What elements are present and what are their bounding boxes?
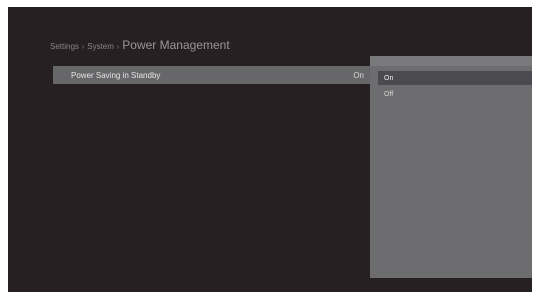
page-title: Power Management — [122, 38, 230, 52]
dropdown-header — [370, 56, 532, 66]
breadcrumb-separator-icon: › — [116, 44, 120, 51]
options-dropdown: On Off — [370, 56, 532, 278]
setting-value: On — [353, 70, 364, 80]
setting-label: Power Saving in Standby — [71, 70, 161, 80]
tv-screen: Settings › System › Power Management Pow… — [8, 7, 532, 292]
breadcrumb-settings[interactable]: Settings — [50, 42, 79, 51]
setting-row-power-saving[interactable]: Power Saving in Standby On — [53, 66, 372, 84]
breadcrumb: Settings › System › Power Management — [50, 38, 230, 54]
option-off[interactable]: Off — [378, 87, 532, 101]
breadcrumb-separator-icon: › — [81, 44, 85, 51]
breadcrumb-system[interactable]: System — [87, 42, 114, 51]
option-on[interactable]: On — [378, 71, 532, 85]
